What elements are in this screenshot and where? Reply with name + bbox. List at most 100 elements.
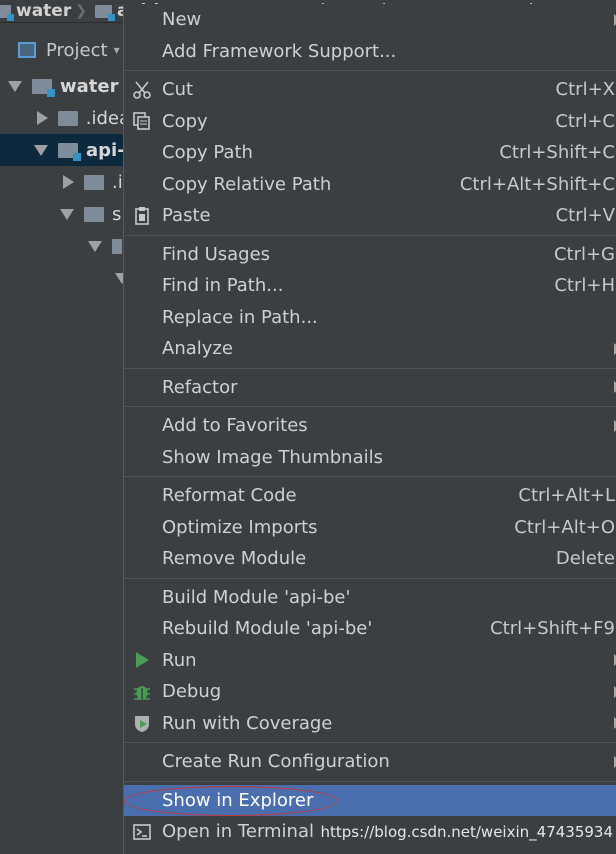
menu-item-build-module[interactable]: Build Module 'api-be' bbox=[124, 582, 616, 614]
folder-icon bbox=[84, 206, 104, 222]
tree-node[interactable]: water bbox=[0, 70, 130, 102]
module-folder-icon bbox=[32, 78, 55, 97]
folder-icon bbox=[112, 238, 122, 254]
menu-item-add-framework-support[interactable]: Add Framework Support... bbox=[124, 36, 616, 68]
project-tree: water .idea api- .i s bbox=[0, 70, 130, 294]
context-menu: New Add Framework Support... Cut Ctrl+X … bbox=[123, 4, 616, 854]
clipboard-icon bbox=[132, 206, 152, 226]
menu-item-reformat-code[interactable]: Reformat Code Ctrl+Alt+L bbox=[124, 480, 616, 512]
menu-item-label: Debug bbox=[162, 681, 222, 703]
tree-node-label: api- bbox=[86, 139, 125, 161]
menu-separator bbox=[124, 742, 616, 743]
menu-item-find-in-path[interactable]: Find in Path... Ctrl+H bbox=[124, 270, 616, 302]
chevron-right-icon: ❯ bbox=[75, 3, 87, 19]
run-icon bbox=[132, 650, 152, 670]
tree-node-selected[interactable]: api- bbox=[0, 134, 130, 166]
menu-item-shortcut: Ctrl+X bbox=[555, 79, 615, 101]
expand-arrow-icon[interactable] bbox=[34, 144, 48, 156]
menu-item-label: Replace in Path... bbox=[162, 306, 318, 328]
menu-item-cut[interactable]: Cut Ctrl+X bbox=[124, 74, 616, 106]
menu-item-run[interactable]: Run bbox=[124, 645, 616, 677]
menu-item-copy[interactable]: Copy Ctrl+C bbox=[124, 106, 616, 138]
menu-item-analyze[interactable]: Analyze bbox=[124, 333, 616, 365]
collapse-arrow-icon[interactable] bbox=[37, 111, 48, 125]
copy-icon bbox=[132, 111, 152, 131]
menu-item-label: Show in Explorer bbox=[162, 789, 314, 811]
menu-item-debug[interactable]: Debug bbox=[124, 676, 616, 708]
menu-item-copy-path[interactable]: Copy Path Ctrl+Shift+C bbox=[124, 137, 616, 169]
menu-item-shortcut: Ctrl+C bbox=[555, 110, 615, 132]
menu-item-open-in-terminal[interactable]: Open in Terminal https://blog.csdn.net/w… bbox=[124, 816, 616, 848]
menu-item-replace-in-path[interactable]: Replace in Path... bbox=[124, 302, 616, 334]
tree-node-label: .i bbox=[112, 171, 123, 193]
menu-item-label: Copy bbox=[162, 110, 208, 132]
menu-item-label: Copy Relative Path bbox=[162, 173, 332, 195]
menu-item-create-run-configuration[interactable]: Create Run Configuration bbox=[124, 746, 616, 778]
menu-item-label: Open in Terminal bbox=[162, 821, 314, 843]
menu-item-shortcut: Ctrl+Shift+C bbox=[499, 142, 615, 164]
menu-item-label: Build Module 'api-be' bbox=[162, 586, 351, 608]
menu-item-label: New bbox=[162, 9, 202, 31]
folder-icon bbox=[58, 110, 78, 126]
menu-item-paste[interactable]: Paste Ctrl+V bbox=[124, 200, 616, 232]
collapse-arrow-icon[interactable] bbox=[63, 175, 74, 189]
menu-item-label: Optimize Imports bbox=[162, 516, 318, 538]
menu-item-shortcut: Ctrl+Alt+O bbox=[514, 516, 615, 538]
menu-separator bbox=[124, 234, 616, 236]
menu-item-shortcut: Delete bbox=[555, 548, 615, 570]
tree-node[interactable]: .idea bbox=[0, 102, 130, 134]
menu-item-label: Find in Path... bbox=[162, 275, 284, 297]
tree-node[interactable] bbox=[0, 230, 130, 262]
menu-item-shortcut: Ctrl+G bbox=[553, 243, 615, 265]
menu-item-label: Rebuild Module 'api-be' bbox=[162, 618, 373, 640]
menu-separator bbox=[124, 70, 616, 71]
tree-node[interactable] bbox=[0, 262, 130, 294]
menu-item-shortcut: Ctrl+V bbox=[555, 205, 615, 227]
menu-item-label: Add to Favorites bbox=[162, 415, 308, 437]
expand-arrow-icon[interactable] bbox=[8, 80, 22, 92]
menu-item-add-to-favorites[interactable]: Add to Favorites bbox=[124, 410, 616, 442]
project-panel-title: Project bbox=[46, 39, 108, 61]
menu-item-label: Paste bbox=[162, 205, 211, 227]
expand-arrow-icon[interactable] bbox=[60, 208, 74, 220]
menu-item-rebuild-module[interactable]: Rebuild Module 'api-be' Ctrl+Shift+F9 bbox=[124, 613, 616, 645]
menu-item-find-usages[interactable]: Find Usages Ctrl+G bbox=[124, 239, 616, 271]
menu-item-label: Find Usages bbox=[162, 243, 271, 265]
menu-item-shortcut: Ctrl+Alt+L bbox=[518, 485, 615, 507]
module-folder-icon bbox=[94, 4, 115, 21]
menu-item-label: Show Image Thumbnails bbox=[162, 446, 383, 468]
menu-separator bbox=[124, 476, 616, 477]
menu-item-show-image-thumbnails[interactable]: Show Image Thumbnails bbox=[124, 442, 616, 474]
menu-item-optimize-imports[interactable]: Optimize Imports Ctrl+Alt+O bbox=[124, 512, 616, 544]
menu-item-label: Run bbox=[162, 649, 197, 671]
coverage-icon bbox=[132, 713, 152, 733]
tree-node[interactable]: s bbox=[0, 198, 130, 230]
folder-icon bbox=[84, 174, 104, 190]
menu-item-label: Copy Path bbox=[162, 142, 253, 164]
breadcrumb-item-water[interactable]: water ❯ bbox=[0, 1, 91, 21]
menu-item-shortcut: Ctrl+H bbox=[554, 275, 615, 297]
menu-separator bbox=[124, 367, 616, 369]
menu-item-shortcut: Ctrl+Shift+F9 bbox=[490, 618, 615, 640]
menu-item-label: Reformat Code bbox=[162, 485, 297, 507]
menu-item-remove-module[interactable]: Remove Module Delete bbox=[124, 543, 616, 575]
menu-item-label: Add Framework Support... bbox=[162, 40, 397, 62]
menu-item-label: Run with Coverage bbox=[162, 712, 333, 734]
menu-item-label: Cut bbox=[162, 79, 194, 101]
menu-item-label: Analyze bbox=[162, 338, 233, 360]
watermark-text: https://blog.csdn.net/weixin_47435934 bbox=[320, 822, 613, 841]
menu-item-new[interactable]: New bbox=[124, 4, 616, 36]
tree-node-label: water bbox=[60, 75, 119, 97]
menu-item-label: Remove Module bbox=[162, 548, 307, 570]
menu-separator bbox=[124, 406, 616, 407]
tree-node[interactable]: .i bbox=[0, 166, 130, 198]
breadcrumb-label: water bbox=[16, 1, 72, 21]
expand-arrow-icon[interactable] bbox=[88, 240, 102, 252]
project-panel-header[interactable]: Project ▾ bbox=[0, 34, 130, 66]
menu-item-copy-relative-path[interactable]: Copy Relative Path Ctrl+Alt+Shift+C bbox=[124, 169, 616, 201]
menu-item-refactor[interactable]: Refactor bbox=[124, 372, 616, 404]
menu-item-label: Create Run Configuration bbox=[162, 751, 390, 773]
menu-item-run-with-coverage[interactable]: Run with Coverage bbox=[124, 708, 616, 740]
menu-item-show-in-explorer[interactable]: Show in Explorer bbox=[124, 784, 616, 816]
chevron-down-icon[interactable]: ▾ bbox=[114, 43, 120, 57]
